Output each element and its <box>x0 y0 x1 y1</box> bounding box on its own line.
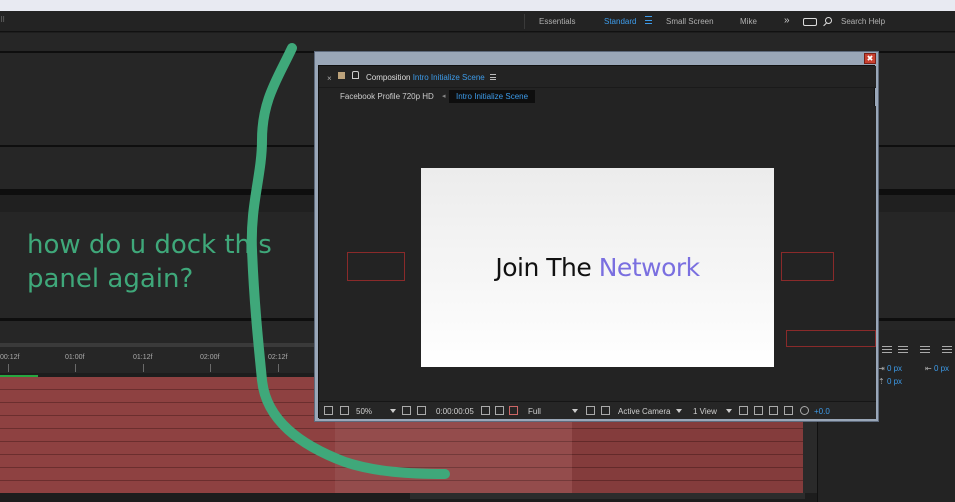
after-effects-workspace: Essentials Standard Small Screen Mike » … <box>0 0 955 502</box>
annotation-stroke <box>246 43 450 479</box>
hand-drawn-arrow <box>246 43 450 479</box>
